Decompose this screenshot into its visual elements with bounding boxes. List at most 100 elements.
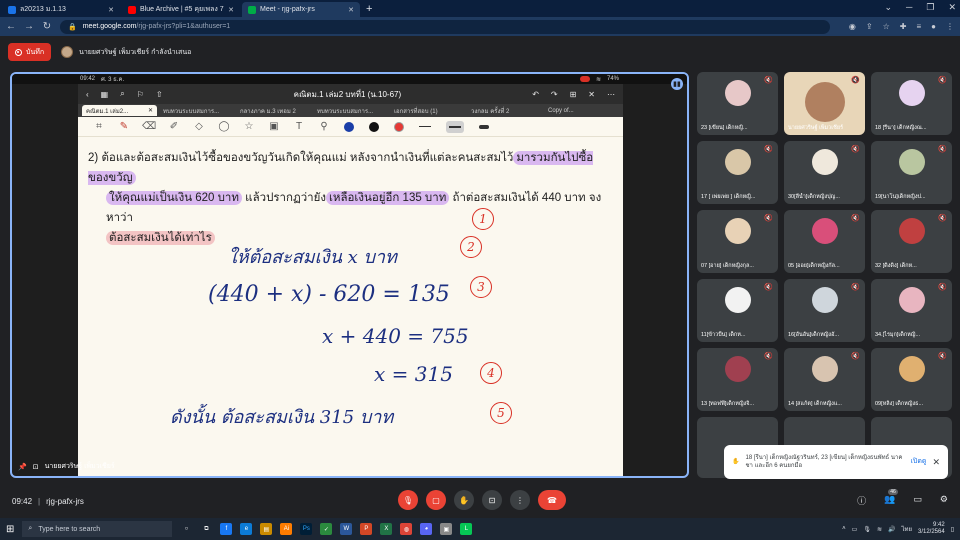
presentation-stage[interactable]: 09:42 ศ. 3 ธ.ค. ≋ 74% ‹ ▦ ⌕ ⚐ ⇧ คณิตม.1 … bbox=[10, 72, 689, 478]
stroke-medium[interactable] bbox=[446, 120, 464, 133]
photoshop-icon[interactable]: Ps bbox=[300, 523, 313, 535]
browser-tab[interactable]: ล20213 ม.1.13 ✕ bbox=[2, 2, 120, 17]
info-icon[interactable]: ⓘ bbox=[857, 494, 866, 507]
record-button[interactable]: บันทึก bbox=[8, 43, 52, 61]
illustrator-icon[interactable]: Ai bbox=[280, 523, 293, 535]
forward-icon[interactable]: → bbox=[24, 21, 34, 32]
close-tab-icon[interactable]: ✕ bbox=[108, 6, 114, 14]
document-tab[interactable]: กลางภาค ม.3 เทอม 2 bbox=[236, 105, 311, 116]
cortana-icon[interactable]: ○ bbox=[180, 523, 192, 535]
line-icon[interactable]: L bbox=[460, 523, 473, 535]
taskbar-clock[interactable]: 9:42 3/12/2564 bbox=[918, 522, 945, 536]
reload-icon[interactable]: ↻ bbox=[42, 21, 52, 32]
people-button[interactable]: 46 👥 bbox=[884, 489, 898, 507]
pin-icon[interactable]: 📌 bbox=[18, 463, 27, 471]
add-page-icon[interactable]: ⊞ bbox=[570, 90, 577, 99]
participant-tile[interactable]: 🔇 30[ลีน้ำ]เด็กหญิงปุญ... bbox=[784, 141, 865, 204]
browser-tab[interactable]: Blue Archive | #5 คุยเพลง 7 อัพโหลด ✕ bbox=[122, 2, 240, 17]
activities-icon[interactable]: ⚙ bbox=[940, 494, 948, 507]
redo-icon[interactable]: ↷ bbox=[551, 90, 558, 99]
color-red-swatch[interactable] bbox=[394, 121, 404, 132]
lasso-select-icon[interactable]: ◯ bbox=[218, 121, 229, 132]
highlighter-icon[interactable]: ✐ bbox=[169, 121, 179, 132]
document-tab[interactable]: วงกลม ครั้งที่ 2 bbox=[467, 105, 542, 116]
laser-icon[interactable]: ⚲ bbox=[319, 121, 329, 132]
view-button[interactable]: เปิดดู bbox=[911, 458, 927, 466]
search-icon[interactable]: ⌕ bbox=[120, 89, 124, 99]
app-icon[interactable]: ▣ bbox=[440, 523, 453, 535]
profile-icon[interactable]: ● bbox=[931, 22, 936, 31]
volume-icon[interactable]: 🔊 bbox=[888, 526, 895, 533]
share-icon[interactable]: ⇪ bbox=[866, 22, 873, 31]
mic-icon[interactable]: 🎙 bbox=[863, 526, 871, 533]
maximize-icon[interactable]: ❐ bbox=[926, 2, 934, 13]
mic-off-button[interactable]: 🎙 bbox=[398, 490, 418, 510]
share-icon[interactable]: ⇧ bbox=[156, 90, 163, 99]
notification-icon[interactable]: ▯ bbox=[951, 526, 954, 533]
bookmark-icon[interactable]: ⚐ bbox=[137, 90, 144, 99]
chrome-icon[interactable]: ◍ bbox=[400, 523, 413, 535]
back-icon[interactable]: ← bbox=[6, 21, 16, 32]
document-title[interactable]: คณิตม.1 เล่ม2 บทที่1 (น.10-67) bbox=[175, 88, 521, 101]
url-field[interactable]: 🔒 meet.google.com/rjg-pafx-jrs?pli=1&aut… bbox=[60, 19, 830, 34]
raise-hand-button[interactable]: ✋ bbox=[454, 490, 474, 510]
extension-icon[interactable]: ✚ bbox=[900, 22, 907, 31]
participant-tile[interactable]: 🔇 07 [อาย] เด็กหญิงกุล... bbox=[697, 210, 778, 273]
more-options-button[interactable]: ⋮ bbox=[510, 490, 530, 510]
wifi-icon[interactable]: ≋ bbox=[877, 526, 882, 533]
participant-tile[interactable]: 🔇 14 [สแก้ต] เด็กหญิงแ... bbox=[784, 348, 865, 411]
participant-tile[interactable]: 🔇 16[อันอัน]เด็กหญิงอั... bbox=[784, 279, 865, 342]
browser-tab-active[interactable]: Meet - rjg-pafx-jrs ✕ bbox=[242, 2, 360, 17]
document-tab[interactable]: ทบทวนระบบสมการ... bbox=[313, 105, 388, 116]
more-icon[interactable]: ⋯ bbox=[607, 90, 615, 99]
participant-tile[interactable]: 🔇 11[ข้าวปั้น] เด็กห... bbox=[697, 279, 778, 342]
language-indicator[interactable]: ไทย bbox=[901, 524, 912, 534]
grid-icon[interactable]: ▦ bbox=[101, 90, 109, 99]
back-icon[interactable]: ‹ bbox=[86, 90, 89, 99]
color-black-swatch[interactable] bbox=[369, 121, 379, 132]
participant-tile[interactable]: 🔇 13 [ทอฟฟี่]เด็กหญิงจิ... bbox=[697, 348, 778, 411]
participant-tile[interactable]: 🔇 05 [ออย]เด็กหญิงกัล... bbox=[784, 210, 865, 273]
windows-start-icon[interactable]: ⊞ bbox=[6, 524, 14, 535]
text-icon[interactable]: T bbox=[294, 121, 304, 132]
stroke-thick[interactable] bbox=[479, 124, 489, 129]
star-icon[interactable]: ☆ bbox=[883, 22, 890, 31]
close-icon[interactable]: ✕ bbox=[148, 107, 153, 114]
excel-icon[interactable]: X bbox=[380, 523, 393, 535]
discord-icon[interactable]: ◕ bbox=[420, 523, 433, 535]
edge-icon[interactable]: e bbox=[240, 523, 253, 535]
new-tab-button[interactable]: + bbox=[366, 3, 372, 15]
media-icon[interactable]: ≡ bbox=[916, 22, 921, 31]
task-view-icon[interactable]: ⧉ bbox=[200, 523, 212, 535]
chat-icon[interactable]: ▭ bbox=[913, 494, 922, 507]
sticker-icon[interactable]: ☆ bbox=[244, 121, 254, 132]
participant-tile[interactable]: 🔇 19[นาโน]เด็กหญิงป... bbox=[871, 141, 952, 204]
shapes-icon[interactable]: ◇ bbox=[194, 121, 204, 132]
document-tab[interactable]: Copy of... bbox=[544, 105, 619, 116]
end-call-button[interactable]: ☎ bbox=[538, 490, 566, 510]
lasso-icon[interactable]: ⌗ bbox=[94, 121, 104, 132]
camera-off-button[interactable]: ▢ bbox=[426, 490, 446, 510]
close-window-icon[interactable]: ✕ bbox=[948, 2, 956, 13]
menu-icon[interactable]: ⋮ bbox=[946, 22, 954, 31]
participant-tile[interactable]: 🔇 17 [ เพ่ยเพ่ย ] เด็กหญิ... bbox=[697, 141, 778, 204]
document-tab[interactable]: เอกสารที่สอบ (1) bbox=[390, 105, 465, 116]
participant-tile[interactable]: 🔇 09[หลิง] เด็กหญิงธ... bbox=[871, 348, 952, 411]
close-tab-icon[interactable]: ✕ bbox=[228, 6, 234, 14]
present-button[interactable]: ⊡ bbox=[482, 490, 502, 510]
image-icon[interactable]: ▣ bbox=[269, 121, 279, 132]
eraser-icon[interactable]: ⌫ bbox=[142, 121, 156, 132]
document-tab[interactable]: คณิตม.1 เล่ม2... ✕ bbox=[82, 105, 157, 116]
document-tab[interactable]: ทบทวนระบบสมการ... bbox=[159, 105, 234, 116]
participant-tile[interactable]: 🔇 นายยศวริษฐ์ เพ็มวเชียร์ bbox=[784, 72, 865, 135]
undo-icon[interactable]: ↶ bbox=[532, 90, 539, 99]
powerpoint-icon[interactable]: P bbox=[360, 523, 373, 535]
app-icon[interactable]: ✓ bbox=[320, 523, 333, 535]
facebook-icon[interactable]: f bbox=[220, 523, 233, 535]
close-tab-icon[interactable]: ✕ bbox=[348, 6, 354, 14]
participant-tile[interactable]: 🔇 34.[ไรมุก]เด็กหญิ... bbox=[871, 279, 952, 342]
tab-search-icon[interactable]: ⌄ bbox=[884, 2, 892, 13]
participant-tile[interactable]: 🔇 23 [เขียน] เด็กหญิ... bbox=[697, 72, 778, 135]
stroke-thin[interactable] bbox=[419, 126, 431, 127]
file-explorer-icon[interactable]: ▤ bbox=[260, 523, 273, 535]
